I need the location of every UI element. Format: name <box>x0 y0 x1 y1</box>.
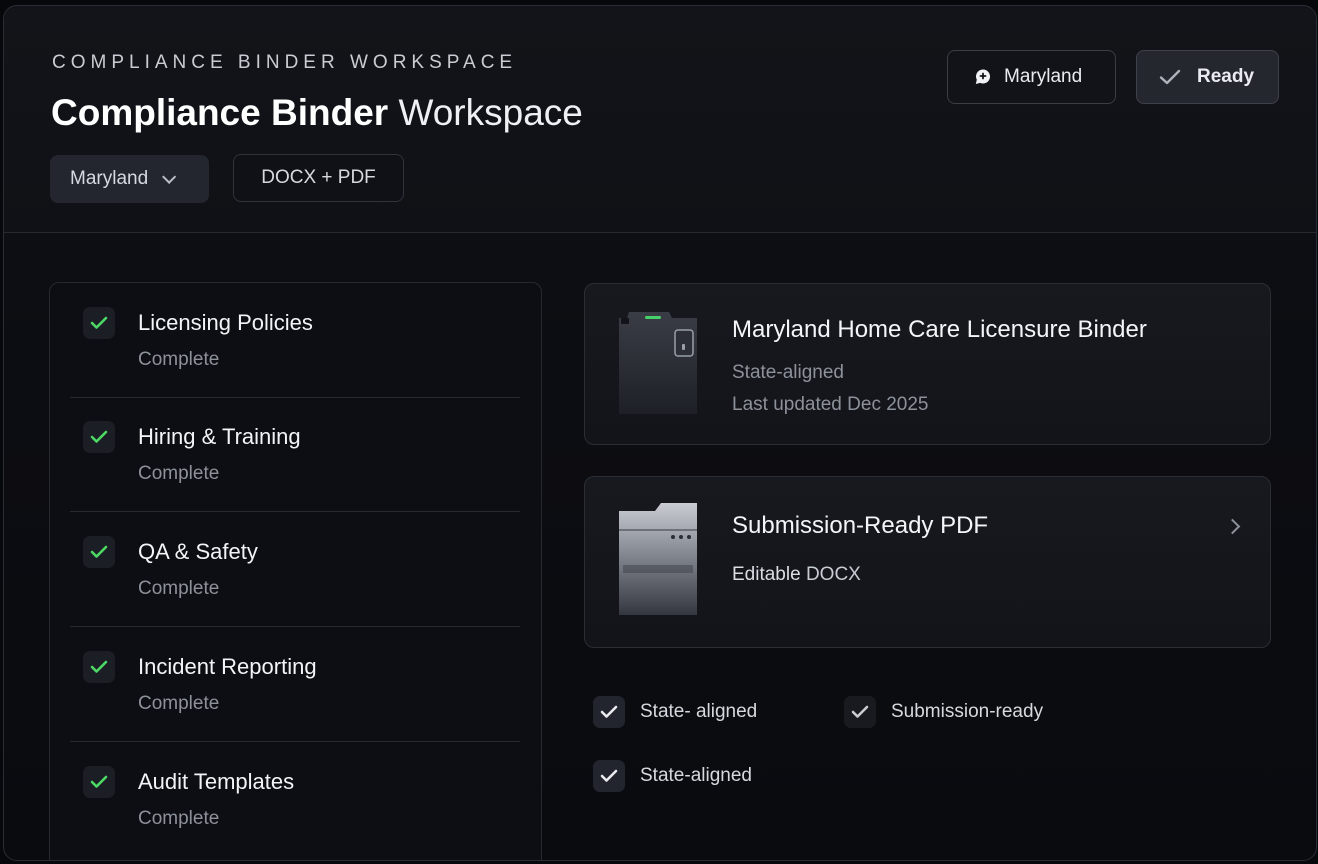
list-item-status: Complete <box>138 808 220 829</box>
page-title-light: Workspace <box>398 92 583 133</box>
format-button[interactable]: DOCX + PDF <box>233 154 404 202</box>
list-item-status: Complete <box>138 693 220 714</box>
binder-card[interactable]: Maryland Home Care Licensure Binder Stat… <box>584 283 1271 445</box>
folder-icon <box>619 503 697 615</box>
pdf-formats: Editable DOCX <box>732 564 861 586</box>
ready-button-label: Ready <box>1197 66 1255 87</box>
state-select-label: Maryland <box>70 168 149 189</box>
list-item-title: Hiring & Training <box>138 424 301 449</box>
state-select[interactable]: Maryland <box>50 155 209 203</box>
list-item-title: Incident Reporting <box>138 654 317 679</box>
checklist-panel: Licensing Policies Complete Hiring & Tra… <box>49 282 542 860</box>
list-item[interactable]: Hiring & Training Complete <box>70 397 520 512</box>
eyebrow-label: COMPLIANCE BINDER WORKSPACE <box>52 52 518 73</box>
pdf-format-a: Editable <box>732 564 801 585</box>
tag-label: State-aligned <box>640 765 752 786</box>
ready-button[interactable]: Ready <box>1136 50 1279 104</box>
pdf-card[interactable]: Submission-Ready PDF Editable DOCX <box>584 476 1271 648</box>
check-icon <box>83 421 115 453</box>
list-item[interactable]: Incident Reporting Complete <box>70 627 520 742</box>
tag-state-aligned: State- aligned <box>593 696 757 728</box>
tag-label: Submission-ready <box>891 701 1044 722</box>
list-item[interactable]: Licensing Policies Complete <box>70 283 520 398</box>
format-label: DOCX + PDF <box>261 167 376 188</box>
workspace-window: COMPLIANCE BINDER WORKSPACE Compliance B… <box>3 5 1317 861</box>
header: COMPLIANCE BINDER WORKSPACE Compliance B… <box>4 6 1316 233</box>
check-icon <box>1159 69 1181 85</box>
check-icon <box>83 651 115 683</box>
state-button[interactable]: Maryland <box>947 50 1116 104</box>
binder-updated: Last updated Dec 2025 <box>732 394 929 415</box>
chat-bubble-icon <box>975 69 991 84</box>
list-item-title: Licensing Policies <box>138 310 313 335</box>
chevron-right-icon[interactable] <box>1224 518 1241 535</box>
list-item-status: Complete <box>138 463 220 484</box>
pdf-title: Submission-Ready PDF <box>732 512 989 539</box>
list-item-status: Complete <box>138 349 220 370</box>
state-button-label: Maryland <box>1004 66 1083 87</box>
list-item[interactable]: QA & Safety Complete <box>70 512 520 627</box>
page-title: Compliance Binder Workspace <box>51 92 583 134</box>
binder-icon <box>619 312 697 414</box>
chevron-down-icon <box>162 169 177 184</box>
list-item-status: Complete <box>138 578 220 599</box>
check-icon <box>844 696 876 728</box>
tag-state-aligned-2: State-aligned <box>593 760 752 792</box>
tag-submission-ready: Submission-ready <box>844 696 1043 728</box>
check-icon <box>83 536 115 568</box>
list-item-title: Audit Templates <box>138 769 295 794</box>
check-icon <box>593 760 625 792</box>
pdf-format-b: DOCX <box>805 564 861 585</box>
check-icon <box>593 696 625 728</box>
check-icon <box>83 766 115 798</box>
list-item[interactable]: Audit Templates Complete <box>70 742 520 856</box>
tag-label: State- aligned <box>640 701 758 722</box>
list-item-title: QA & Safety <box>138 539 258 564</box>
binder-title: Maryland Home Care Licensure Binder <box>732 316 1147 343</box>
binder-alignment: State-aligned <box>732 362 844 383</box>
check-icon <box>83 307 115 339</box>
page-title-strong: Compliance Binder <box>51 92 389 133</box>
